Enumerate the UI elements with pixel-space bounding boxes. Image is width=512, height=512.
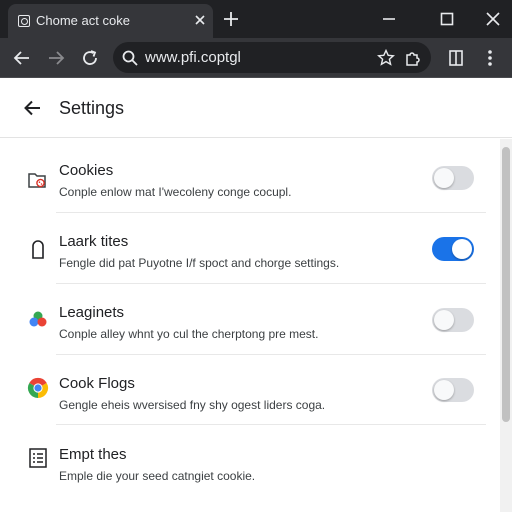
laark-tites-toggle[interactable] (432, 237, 474, 261)
page-favicon-icon (18, 15, 30, 27)
search-icon (122, 50, 138, 66)
maximize-icon[interactable] (436, 8, 458, 30)
chrome-icon (27, 377, 49, 399)
cookie-icon (28, 173, 46, 188)
settings-header: Settings (0, 78, 512, 138)
toggle-knob (434, 380, 454, 400)
setting-description: Conple enlow mat I'wecoleny conge cocupl… (59, 185, 292, 199)
settings-list: Cookies Conple enlow mat I'wecoleny cong… (0, 139, 500, 512)
setting-title: Laark tites (59, 233, 129, 250)
toggle-knob (434, 168, 454, 188)
url-text[interactable]: www.pfi.coptgl (145, 49, 241, 66)
settings-row-laark-tites[interactable]: Laark tites Fengle did pat Puyotne I/f s… (0, 214, 500, 284)
reload-icon[interactable] (78, 46, 102, 70)
setting-description: Emple die your seed catngiet cookie. (59, 469, 256, 483)
toggle-knob (434, 310, 454, 330)
settings-row-empt-thes[interactable]: Empt thes Emple die your seed catngiet c… (0, 426, 500, 496)
color-drops-icon (29, 311, 47, 327)
forward-arrow-icon[interactable] (44, 46, 68, 70)
setting-title: Leaginets (59, 304, 125, 321)
lock-icon (32, 240, 44, 259)
address-bar[interactable]: www.pfi.coptgl (113, 42, 431, 73)
browser-title-bar: Chome act coke (0, 0, 512, 38)
setting-title: Empt thes (59, 446, 127, 463)
browser-toolbar: www.pfi.coptgl (0, 38, 512, 78)
divider (56, 212, 486, 213)
divider (56, 283, 486, 284)
setting-description: Fengle did pat Puyotne I/f spoct and cho… (59, 256, 340, 270)
cook-flogs-toggle[interactable] (432, 378, 474, 402)
leaginets-toggle[interactable] (432, 308, 474, 332)
close-window-icon[interactable] (482, 8, 504, 30)
setting-description: Conple alley whnt yo cul the cherptong p… (59, 327, 319, 341)
close-tab-icon[interactable] (192, 12, 208, 28)
browser-tab[interactable]: Chome act coke (8, 4, 213, 38)
bookmark-star-icon[interactable] (376, 48, 396, 68)
extensions-puzzle-icon[interactable] (403, 48, 423, 68)
back-arrow-icon[interactable] (20, 96, 44, 120)
minimize-icon[interactable] (378, 8, 400, 30)
scrollbar-thumb[interactable] (502, 147, 510, 422)
divider (56, 424, 486, 425)
toggle-knob (452, 239, 472, 259)
new-tab-icon[interactable] (222, 10, 240, 28)
settings-row-leaginets[interactable]: Leaginets Conple alley whnt yo cul the c… (0, 285, 500, 355)
cookies-toggle[interactable] (432, 166, 474, 190)
settings-row-cook-flogs[interactable]: Cook Flogs Gengle eheis wversised fny sh… (0, 355, 500, 425)
settings-row-cookies[interactable]: Cookies Conple enlow mat I'wecoleny cong… (0, 143, 500, 213)
menu-dots-icon[interactable] (478, 46, 502, 70)
scrollbar[interactable] (500, 139, 512, 512)
setting-description: Gengle eheis wversised fny shy ogest lid… (59, 398, 326, 412)
setting-title: Cook Flogs (59, 375, 135, 392)
back-arrow-icon[interactable] (10, 46, 34, 70)
page-title: Settings (59, 98, 125, 118)
tab-title: Chome act coke (36, 13, 130, 28)
side-panel-icon[interactable] (444, 46, 468, 70)
document-list-icon (29, 448, 47, 468)
setting-title: Cookies (59, 162, 114, 179)
